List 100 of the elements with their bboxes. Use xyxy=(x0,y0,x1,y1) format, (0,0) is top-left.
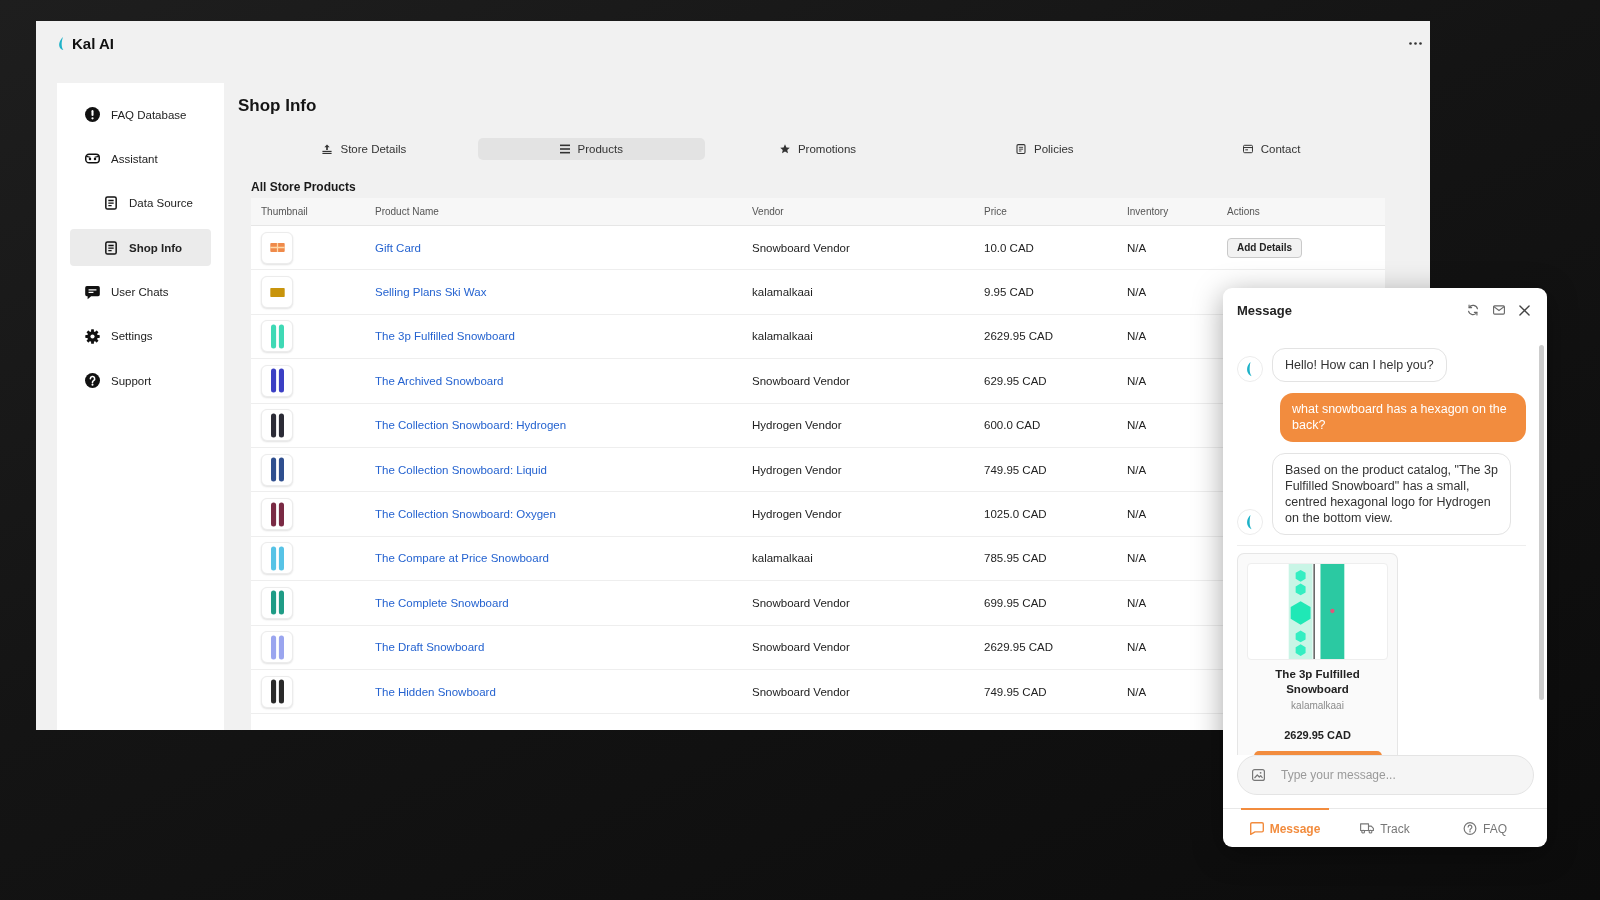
product-link[interactable]: The Collection Snowboard: Oxygen xyxy=(375,508,556,521)
document-icon xyxy=(105,240,117,255)
inventory-text: N/A xyxy=(1127,374,1147,387)
vendor-name: Hydrogen Vendor xyxy=(752,463,842,476)
product-link[interactable]: The Archived Snowboard xyxy=(375,374,504,387)
nav-tab[interactable]: Track xyxy=(1351,808,1419,847)
logo-icon xyxy=(58,36,65,50)
product-link[interactable]: The Complete Snowboard xyxy=(375,596,509,609)
app-name: Kal AI xyxy=(72,34,114,52)
message-input[interactable]: Type your message... xyxy=(1237,755,1534,795)
inventory-text: N/A xyxy=(1127,286,1147,299)
vendor-name: Snowboard Vendor xyxy=(752,374,850,387)
vendor-name: Hydrogen Vendor xyxy=(752,419,842,432)
mail-icon[interactable] xyxy=(1493,304,1505,316)
refresh-icon[interactable] xyxy=(1467,304,1479,316)
sidebar-item[interactable]: Shop Info xyxy=(70,229,211,267)
product-title: The 3p Fulfilled Snowboard xyxy=(1274,667,1361,697)
product-price: 2629.95 CAD xyxy=(1284,728,1351,743)
vendor-name: Snowboard Vendor xyxy=(752,641,850,654)
price-text: 785.95 CAD xyxy=(984,552,1047,565)
inventory-text: N/A xyxy=(1127,685,1147,698)
image-icon[interactable] xyxy=(1252,769,1265,781)
column-header: Inventory xyxy=(1127,206,1169,217)
price-text: 749.95 CAD xyxy=(984,685,1047,698)
section-title: All Store Products xyxy=(251,180,356,195)
vendor-name: Snowboard Vendor xyxy=(752,685,850,698)
add-details-button[interactable]: Add Details xyxy=(1227,237,1302,258)
inventory-text: N/A xyxy=(1127,463,1147,476)
inventory-text: N/A xyxy=(1127,419,1147,432)
price-text: 10.0 CAD xyxy=(984,241,1034,254)
list-icon xyxy=(559,144,570,154)
alert-icon xyxy=(85,107,100,122)
price-text: 1025.0 CAD xyxy=(984,508,1047,521)
inventory-text: N/A xyxy=(1127,552,1147,565)
vendor-name: kalamalkaai xyxy=(752,330,813,343)
tab[interactable]: Promotions xyxy=(771,138,865,160)
user-message: what snowboard has a hexagon on the back? xyxy=(1280,393,1526,442)
chat-icon xyxy=(85,284,100,300)
price-text: 600.0 CAD xyxy=(984,419,1041,432)
upload-icon xyxy=(322,144,333,154)
tab[interactable]: Contact xyxy=(1234,138,1309,160)
close-icon[interactable] xyxy=(1519,304,1530,316)
help-icon xyxy=(85,373,100,389)
tab[interactable]: Policies xyxy=(1007,138,1082,160)
bot-avatar-icon xyxy=(1237,356,1263,382)
vendor-name: Snowboard Vendor xyxy=(752,596,850,609)
column-header: Price xyxy=(984,206,1007,217)
scrollbar-thumb[interactable] xyxy=(1539,345,1544,700)
price-text: 2629.95 CAD xyxy=(984,330,1054,343)
inventory-text: N/A xyxy=(1127,241,1147,254)
tab[interactable]: Store Details xyxy=(314,138,415,160)
sidebar-item[interactable]: Support xyxy=(70,362,162,400)
product-link[interactable]: The 3p Fulfilled Snowboard xyxy=(375,330,515,343)
chat-title: Message xyxy=(1237,302,1292,318)
sidebar-item[interactable]: User Chats xyxy=(70,273,179,311)
price-text: 699.95 CAD xyxy=(984,596,1047,609)
vendor-name: kalamalkaai xyxy=(752,286,813,299)
bot-avatar-icon xyxy=(1237,509,1263,535)
page-title: Shop Info xyxy=(238,95,317,117)
truck-icon xyxy=(1360,822,1375,835)
vendor-name: kalamalkaai xyxy=(752,552,813,565)
vendor-name: Hydrogen Vendor xyxy=(752,508,842,521)
product-link[interactable]: The Compare at Price Snowboard xyxy=(375,552,549,565)
vendor-name: Snowboard Vendor xyxy=(752,241,850,254)
help-icon xyxy=(1463,822,1477,835)
column-header: Vendor xyxy=(752,206,784,217)
document-icon xyxy=(1015,144,1026,154)
bot-message: Hello! How can I help you? xyxy=(1272,348,1447,382)
column-header: Thumbnail xyxy=(261,206,308,217)
sidebar-item[interactable]: Settings xyxy=(70,317,163,355)
column-header: Actions xyxy=(1227,206,1260,217)
product-link[interactable]: The Hidden Snowboard xyxy=(375,685,496,698)
product-link[interactable]: Gift Card xyxy=(375,241,421,254)
product-link[interactable]: The Draft Snowboard xyxy=(375,641,485,654)
price-text: 749.95 CAD xyxy=(984,463,1047,476)
price-text: 629.95 CAD xyxy=(984,374,1047,387)
product-vendor: kalamalkaai xyxy=(1291,699,1344,713)
nav-tab[interactable]: FAQ xyxy=(1454,808,1516,847)
price-text: 9.95 CAD xyxy=(984,286,1034,299)
product-link[interactable]: Selling Plans Ski Wax xyxy=(375,286,487,299)
inventory-text: N/A xyxy=(1127,596,1147,609)
price-text: 2629.95 CAD xyxy=(984,641,1054,654)
column-header: Product Name xyxy=(375,206,439,217)
bot-message: Based on the product catalog, "The 3p Fulfilled Snowboard" has a small, centred hexagonal logo for Hydrogen on the bottom view. xyxy=(1272,453,1511,535)
inventory-text: N/A xyxy=(1127,508,1147,521)
document-icon xyxy=(105,196,117,211)
tab[interactable]: Products xyxy=(477,138,705,160)
product-link[interactable]: The Collection Snowboard: Liquid xyxy=(375,463,547,476)
settings-icon xyxy=(85,328,100,344)
card-icon xyxy=(1242,144,1253,154)
sidebar-item[interactable]: Assistant xyxy=(70,140,168,178)
mask-icon xyxy=(85,151,100,167)
star-icon xyxy=(779,144,790,154)
sidebar-item[interactable]: Data Source xyxy=(70,184,203,222)
product-link[interactable]: The Collection Snowboard: Hydrogen xyxy=(375,419,567,432)
sidebar-item[interactable]: FAQ Database xyxy=(70,96,197,133)
inventory-text: N/A xyxy=(1127,641,1147,654)
chat-icon xyxy=(1249,822,1264,835)
inventory-text: N/A xyxy=(1127,330,1147,343)
more-icon[interactable] xyxy=(1409,41,1422,45)
